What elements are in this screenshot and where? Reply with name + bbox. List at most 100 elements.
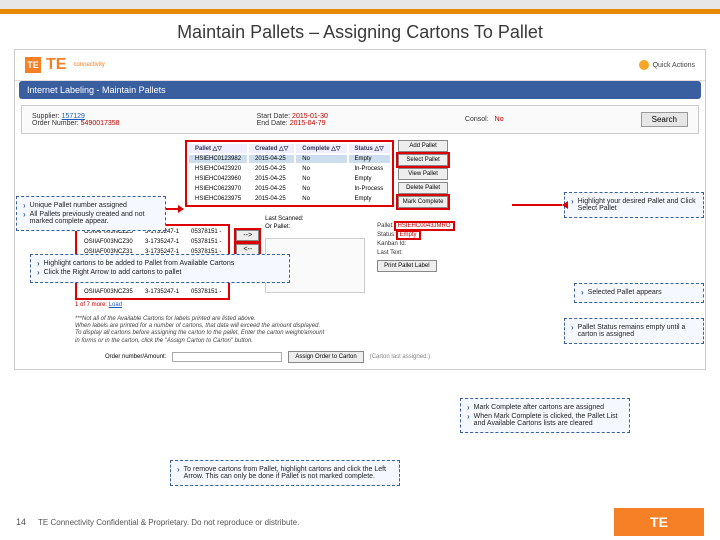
- cell: OSIIAF003NCZ30: [79, 238, 138, 246]
- select-pallet-button[interactable]: Select Pallet: [398, 154, 449, 166]
- chevron-icon: ›: [37, 260, 40, 268]
- view-pallet-button[interactable]: View Pallet: [398, 168, 449, 180]
- cell: 2015-04-25: [249, 185, 294, 193]
- cell: 2015-04-25: [249, 175, 294, 183]
- callout-text: Click the Right Arrow to add cartons to …: [44, 269, 182, 276]
- cell: No: [296, 185, 346, 193]
- assign-button[interactable]: Assign Order to Carton: [288, 351, 363, 363]
- callout-text: Highlight cartons to be added to Pallet …: [44, 260, 235, 267]
- logo-sub: connectivity: [73, 62, 104, 68]
- col-created[interactable]: Created △▽: [249, 144, 294, 153]
- note-2: When labels are printed for a number of …: [75, 323, 325, 345]
- order-value: 5490017358: [81, 120, 120, 127]
- cell: 3-1735247-1: [140, 238, 184, 246]
- cell: In-Process: [349, 185, 390, 193]
- callout-text: Selected Pallet appears: [588, 289, 662, 296]
- cell: No: [296, 165, 346, 173]
- delete-pallet-button[interactable]: Delete Pallet: [398, 182, 449, 194]
- arrow-icon: [166, 208, 182, 210]
- footer-logo: TE: [614, 508, 704, 536]
- cell: 2015-04-25: [249, 195, 294, 203]
- callout-select-pallet: › Highlight your desired Pallet and Click…: [564, 192, 704, 218]
- supplier-label: Supplier:: [32, 113, 60, 120]
- callout-text: When Mark Complete is clicked, the Palle…: [474, 413, 623, 427]
- quick-actions[interactable]: Quick Actions: [639, 60, 695, 70]
- pallet-table[interactable]: Pallet △▽ Created △▽ Complete △▽ Status …: [185, 140, 394, 207]
- col-complete[interactable]: Complete △▽: [296, 144, 346, 153]
- cell: HSIEHC0423960: [189, 175, 247, 183]
- search-button[interactable]: Search: [641, 112, 688, 127]
- cell: 2015-04-25: [249, 165, 294, 173]
- add-pallet-button[interactable]: Add Pallet: [398, 140, 449, 152]
- callout-text: Unique Pallet number assigned: [30, 202, 127, 209]
- slide-footer: 14 TE Connectivity Confidential & Propri…: [0, 504, 720, 540]
- table-row[interactable]: HSIEHC06239752015-04-25NoEmpty: [189, 195, 390, 203]
- load-link[interactable]: Load: [109, 302, 122, 308]
- section-title-bar: Internet Labeling - Maintain Pallets: [19, 81, 701, 99]
- col-status[interactable]: Status △▽: [349, 144, 390, 153]
- callout-highlight-cartons: › Highlight cartons to be added to Pallet…: [30, 254, 290, 283]
- last-text-label: Last Text:: [377, 250, 403, 256]
- page-number: 14: [16, 517, 26, 527]
- cell: 05378151 -: [186, 238, 226, 246]
- end-date-value: 2015-04-79: [290, 120, 326, 127]
- cell: OSIIAF003NCZ35: [79, 288, 138, 296]
- start-date-value: 2015-01-30: [292, 113, 328, 120]
- chevron-icon: ›: [571, 198, 574, 206]
- assign-label: Order number/Amount:: [105, 354, 166, 360]
- cell: 05378151 -: [186, 228, 226, 236]
- pallet-status-label: Status:: [377, 232, 396, 238]
- cell: 3-1735247-1: [140, 288, 184, 296]
- pallet-status-value: Empty: [398, 232, 419, 238]
- app-header: TE TE connectivity Quick Actions: [15, 50, 705, 81]
- cell: 05378151 -: [186, 288, 226, 296]
- cell: HSIEHC0623970: [189, 185, 247, 193]
- chevron-icon: ›: [23, 211, 26, 219]
- table-row[interactable]: OSIIAF003NCZ303-1735247-105378151 -: [79, 238, 226, 246]
- callout-selected-pallet: ›Selected Pallet appears: [574, 283, 704, 303]
- assign-row: Order number/Amount: Assign Order to Car…: [15, 347, 705, 369]
- pallet-id-label: Pallet:: [377, 223, 394, 229]
- footnote: ***Not all of the Available Cartons for …: [15, 312, 335, 347]
- arrow-icon: [512, 204, 562, 206]
- header-accent-bar: [0, 0, 720, 14]
- quick-actions-label: Quick Actions: [653, 62, 695, 69]
- end-date-label: End Date:: [257, 120, 288, 127]
- pallet-id-value: HSIEHC0043JMRO: [396, 223, 453, 229]
- consol-value: No: [495, 116, 504, 123]
- arrow-buttons: --> <--: [236, 230, 259, 255]
- callout-text: Highlight your desired Pallet and Click …: [578, 198, 697, 212]
- cell: No: [296, 175, 346, 183]
- assign-last: (Carton last assigned:): [370, 354, 430, 360]
- pallet-side-buttons: Add Pallet Select Pallet View Pallet Del…: [398, 140, 449, 208]
- callout-text: Mark Complete after cartons are assigned: [474, 404, 604, 411]
- supplier-value[interactable]: 157129: [62, 113, 85, 120]
- mark-complete-button[interactable]: Mark Complete: [398, 196, 449, 208]
- table-row[interactable]: HSIEHC04239202015-04-25NoIn-Process: [189, 165, 390, 173]
- cell: No: [296, 155, 346, 163]
- pallet-info: Pallet: HSIEHC0043JMRO Status: Empty Kan…: [377, 222, 452, 272]
- arrow-right-button[interactable]: -->: [236, 230, 259, 241]
- chevron-icon: ›: [571, 324, 574, 332]
- table-row[interactable]: HSIEHC06239702015-04-25NoIn-Process: [189, 185, 390, 193]
- print-pallet-button[interactable]: Print Pallet Label: [377, 260, 436, 272]
- col-pallet[interactable]: Pallet △▽: [189, 144, 247, 153]
- table-row[interactable]: HSIEHC01239822015-04-25NoEmpty: [189, 155, 390, 163]
- te-logo: TE TE connectivity: [25, 56, 105, 74]
- cell: Empty: [349, 175, 390, 183]
- cell: 2015-04-25: [249, 155, 294, 163]
- callout-text: To remove cartons from Pallet, highlight…: [184, 466, 393, 480]
- table-row[interactable]: OSIIAF003NCZ353-1735247-105378151 -: [79, 288, 226, 296]
- cell: Empty: [349, 155, 390, 163]
- logo-text: TE: [46, 56, 66, 74]
- chevron-icon: ›: [467, 404, 470, 412]
- callout-text: All Pallets previously created and not m…: [30, 211, 159, 225]
- callout-pallet-empty: › Pallet Status remains empty until a car…: [564, 318, 704, 344]
- gear-icon: [639, 60, 649, 70]
- table-row[interactable]: HSIEHC04239602015-04-25NoEmpty: [189, 175, 390, 183]
- records-count: 1 of 7 more:: [75, 302, 109, 308]
- assign-input[interactable]: [172, 352, 282, 362]
- callout-text: Pallet Status remains empty until a cart…: [578, 324, 697, 338]
- note-1: ***Not all of the Available Cartons for …: [75, 316, 325, 323]
- callout-remove-cartons: ›To remove cartons from Pallet, highligh…: [170, 460, 400, 486]
